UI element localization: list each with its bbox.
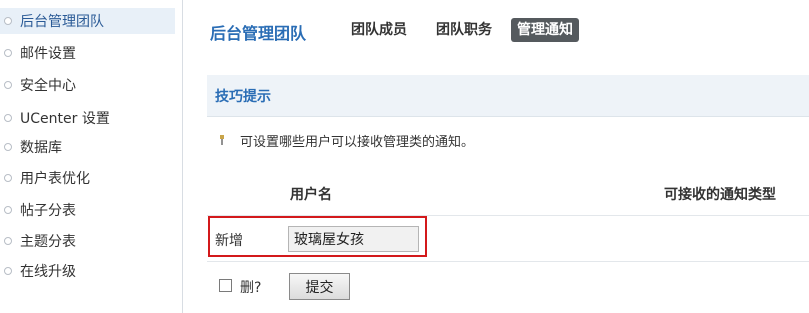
sidebar-item-label: 数据库	[20, 140, 62, 156]
tab-team-roles[interactable]: 团队职务	[436, 18, 492, 42]
bullet-icon	[4, 17, 12, 25]
tab-team-members[interactable]: 团队成员	[351, 18, 407, 42]
new-row-label: 新增	[215, 233, 243, 249]
bullet-icon	[4, 81, 12, 89]
sidebar-divider	[182, 0, 183, 313]
sidebar-item-online-upgrade[interactable]: 在线升级	[0, 258, 175, 284]
sidebar-item-database[interactable]: 数据库	[0, 134, 175, 160]
sidebar-item-label: 帖子分表	[20, 203, 76, 219]
sidebar-item-label: 用户表优化	[20, 171, 90, 187]
sidebar: 后台管理团队 邮件设置 安全中心 UCenter 设置 数据库 用户表优化 帖子…	[0, 0, 175, 313]
sidebar-item-label: 在线升级	[20, 264, 76, 280]
sidebar-item-label: 安全中心	[20, 78, 76, 94]
sidebar-gap	[175, 0, 182, 313]
tip-pin-icon	[220, 135, 224, 145]
bullet-icon	[4, 174, 12, 182]
bullet-icon	[4, 49, 12, 57]
sidebar-item-label: 后台管理团队	[20, 14, 104, 30]
tab-admin-notifications[interactable]: 管理通知	[511, 18, 579, 42]
sidebar-item-admin-team[interactable]: 后台管理团队	[0, 8, 175, 34]
new-username-input[interactable]	[288, 226, 419, 252]
sidebar-item-user-table-optimize[interactable]: 用户表优化	[0, 165, 175, 191]
sidebar-item-ucenter-settings[interactable]: UCenter 设置	[0, 105, 175, 131]
sidebar-item-label: 主题分表	[20, 234, 76, 250]
sidebar-item-post-split[interactable]: 帖子分表	[0, 197, 175, 223]
sidebar-item-label: 邮件设置	[20, 46, 76, 62]
column-header-username: 用户名	[290, 187, 332, 203]
page-title: 后台管理团队	[210, 24, 307, 43]
sidebar-item-thread-split[interactable]: 主题分表	[0, 228, 175, 254]
sidebar-item-mail-settings[interactable]: 邮件设置	[0, 40, 175, 66]
delete-checkbox-label: 删?	[240, 280, 262, 296]
sidebar-item-label: UCenter 设置	[20, 111, 110, 127]
column-header-notification-types: 可接收的通知类型	[664, 187, 776, 203]
submit-button[interactable]: 提交	[289, 273, 350, 300]
table-row-divider	[207, 261, 809, 262]
bullet-icon	[4, 267, 12, 275]
sidebar-item-security-center[interactable]: 安全中心	[0, 72, 175, 98]
bullet-icon	[4, 206, 12, 214]
bullet-icon	[4, 114, 12, 122]
tips-title: 技巧提示	[215, 89, 271, 105]
bullet-icon	[4, 143, 12, 151]
delete-checkbox[interactable]	[219, 279, 232, 292]
bullet-icon	[4, 237, 12, 245]
tips-header	[207, 75, 809, 117]
tip-text: 可设置哪些用户可以接收管理类的通知。	[240, 135, 475, 150]
